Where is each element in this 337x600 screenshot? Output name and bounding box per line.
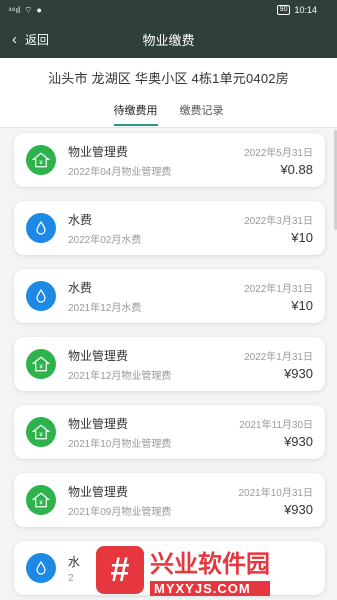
- bill-card[interactable]: 水费 2021年12月水费 2022年1月31日 ¥10: [14, 269, 325, 323]
- svg-text:¥: ¥: [39, 365, 43, 371]
- bill-due-date: 2021年10月31日: [238, 487, 314, 499]
- signal-indicators: ⁴⁶ıl ⌔ ●: [8, 5, 42, 16]
- back-button[interactable]: ‹ 返回: [0, 31, 49, 48]
- bill-due-date: 2022年5月31日: [244, 147, 313, 159]
- house-icon: ¥: [26, 417, 56, 447]
- tab-payment-records[interactable]: 缴费记录: [180, 102, 224, 126]
- bill-card[interactable]: 水费 2022年02月水费 2022年3月31日 ¥10: [14, 201, 325, 255]
- back-label: 返回: [25, 32, 50, 47]
- bill-due-date: 2022年1月31日: [244, 351, 313, 363]
- wifi-icon: ⌔: [24, 4, 33, 15]
- water-drop-icon: [26, 553, 56, 583]
- site-watermark: # 兴业软件园 MYXYJS.COM: [96, 540, 337, 600]
- watermark-en: MYXYJS.COM: [150, 581, 270, 596]
- bill-subtitle: 2021年10月物业管理费: [68, 438, 172, 450]
- bill-card[interactable]: ¥ 物业管理费 2022年04月物业管理费 2022年5月31日 ¥0.88: [14, 133, 325, 187]
- bill-amount: ¥10: [291, 229, 313, 245]
- navigation-bar: ‹ 返回 物业缴费: [0, 20, 337, 58]
- bill-title: 物业管理费: [68, 144, 129, 159]
- status-right: 90 10:14: [276, 5, 317, 15]
- signal-text: ⁴⁶ıl: [8, 5, 21, 15]
- bill-title: 水费: [68, 212, 93, 227]
- bill-card[interactable]: ¥ 物业管理费 2021年12月物业管理费 2022年1月31日 ¥930: [14, 337, 325, 391]
- bill-subtitle: 2021年12月物业管理费: [68, 370, 172, 382]
- bill-title: 物业管理费: [68, 484, 129, 499]
- water-drop-icon: [26, 281, 56, 311]
- bill-due-date: 2022年1月31日: [244, 283, 313, 295]
- bill-amount: ¥930: [284, 433, 313, 449]
- bill-amount: ¥0.88: [280, 161, 313, 177]
- status-bar: ⁴⁶ıl ⌔ ● 90 10:14: [0, 0, 337, 20]
- bill-title: 物业管理费: [68, 416, 129, 431]
- bill-subtitle: 2022年02月水费: [68, 234, 142, 246]
- bill-amount: ¥10: [291, 297, 313, 313]
- bill-subtitle: 2021年12月水费: [68, 302, 142, 314]
- bill-amount: ¥930: [284, 365, 313, 381]
- house-icon: ¥: [26, 485, 56, 515]
- address-header: 汕头市 龙湖区 华奥小区 4栋1单元0402房 待缴费用 缴费记录: [0, 58, 337, 128]
- tab-bar: 待缴费用 缴费记录: [0, 102, 337, 126]
- battery-icon: 90: [276, 5, 291, 15]
- svg-text:¥: ¥: [39, 501, 43, 507]
- house-icon: ¥: [26, 349, 56, 379]
- chat-icon: ●: [36, 5, 42, 15]
- bill-subtitle: 2022年04月物业管理费: [68, 166, 172, 178]
- bill-amount: ¥930: [284, 501, 313, 517]
- chevron-left-icon: ‹: [12, 30, 17, 48]
- bill-card[interactable]: ¥ 物业管理费 2021年10月物业管理费 2021年11月30日 ¥930: [14, 405, 325, 459]
- bill-due-date: 2022年3月31日: [244, 215, 313, 227]
- bill-title: 水费: [68, 280, 93, 295]
- bill-title: 物业管理费: [68, 348, 129, 363]
- hash-logo-icon: #: [96, 546, 144, 594]
- page-title: 物业缴费: [142, 32, 195, 48]
- bill-card[interactable]: ¥ 物业管理费 2021年09月物业管理费 2021年10月31日 ¥930: [14, 473, 325, 527]
- svg-text:¥: ¥: [39, 161, 43, 167]
- address-text: 汕头市 龙湖区 华奥小区 4栋1单元0402房: [48, 71, 289, 86]
- clock: 10:14: [294, 5, 317, 15]
- watermark-cn: 兴业软件园: [150, 551, 270, 578]
- house-icon: ¥: [26, 145, 56, 175]
- bill-subtitle: 2021年09月物业管理费: [68, 506, 172, 518]
- svg-text:¥: ¥: [39, 433, 43, 439]
- watermark-text: 兴业软件园 MYXYJS.COM: [150, 544, 270, 596]
- tab-pending-fees[interactable]: 待缴费用: [113, 102, 158, 126]
- water-drop-icon: [26, 213, 56, 243]
- bill-due-date: 2021年11月30日: [239, 419, 313, 431]
